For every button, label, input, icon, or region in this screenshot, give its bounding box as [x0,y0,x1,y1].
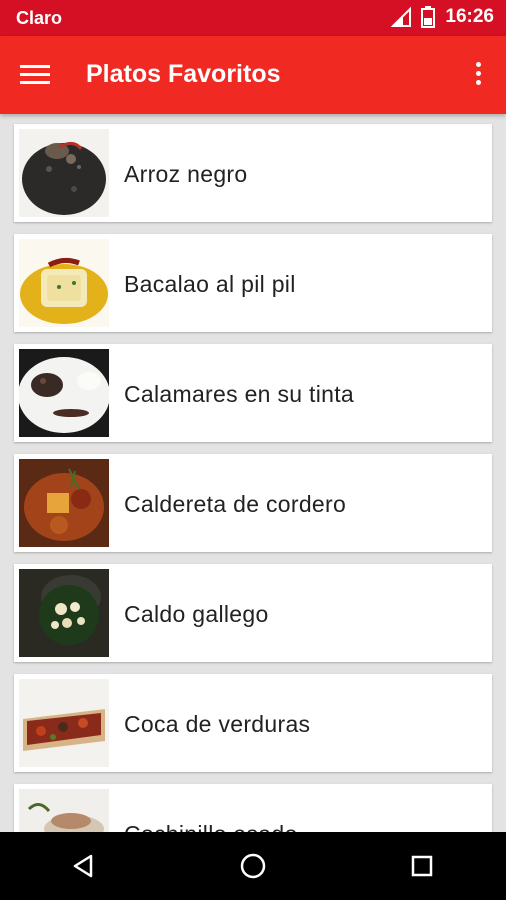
more-vert-icon[interactable] [466,58,490,92]
dish-list[interactable]: Arroz negro Bacalao al pil pil Calamares… [0,114,506,832]
status-icons: 16:26 [391,6,494,28]
dish-name: Bacalao al pil pil [124,271,296,297]
dish-thumbnail [19,459,109,547]
dish-thumbnail [19,789,109,832]
dish-thumbnail [19,349,109,437]
dish-name: Coca de verduras [124,711,311,737]
dish-thumbnail [19,239,109,327]
dish-name: Calamares en su tinta [124,381,355,407]
dish-name: Arroz negro [124,161,248,187]
dish-thumbnail [19,569,109,657]
system-nav-bar [0,832,506,900]
list-item[interactable]: Cochinillo asado [14,784,492,832]
hamburger-menu-icon[interactable] [20,60,56,90]
list-item[interactable]: Calamares en su tinta [14,344,492,442]
dish-thumbnail [19,679,109,767]
list-item[interactable]: Caldereta de cordero [14,454,492,552]
list-item[interactable]: Coca de verduras [14,674,492,772]
home-icon[interactable] [223,836,283,896]
dish-name: Caldo gallego [124,601,269,627]
dish-name: Cochinillo asado [124,821,298,832]
list-item[interactable]: Arroz negro [14,124,492,222]
list-item[interactable]: Caldo gallego [14,564,492,662]
back-icon[interactable] [54,836,114,896]
dish-thumbnail [19,129,109,217]
carrier-name: Claro [16,8,63,28]
page-title: Platos Favoritos [86,60,281,88]
signal-icon [391,7,412,27]
app-bar: Platos Favoritos [0,36,506,114]
clock: 16:26 [445,6,494,27]
status-bar: Claro 16:26 [0,0,506,36]
dish-name: Caldereta de cordero [124,491,347,517]
battery-icon [421,6,436,28]
recents-icon[interactable] [392,836,452,896]
list-item[interactable]: Bacalao al pil pil [14,234,492,332]
